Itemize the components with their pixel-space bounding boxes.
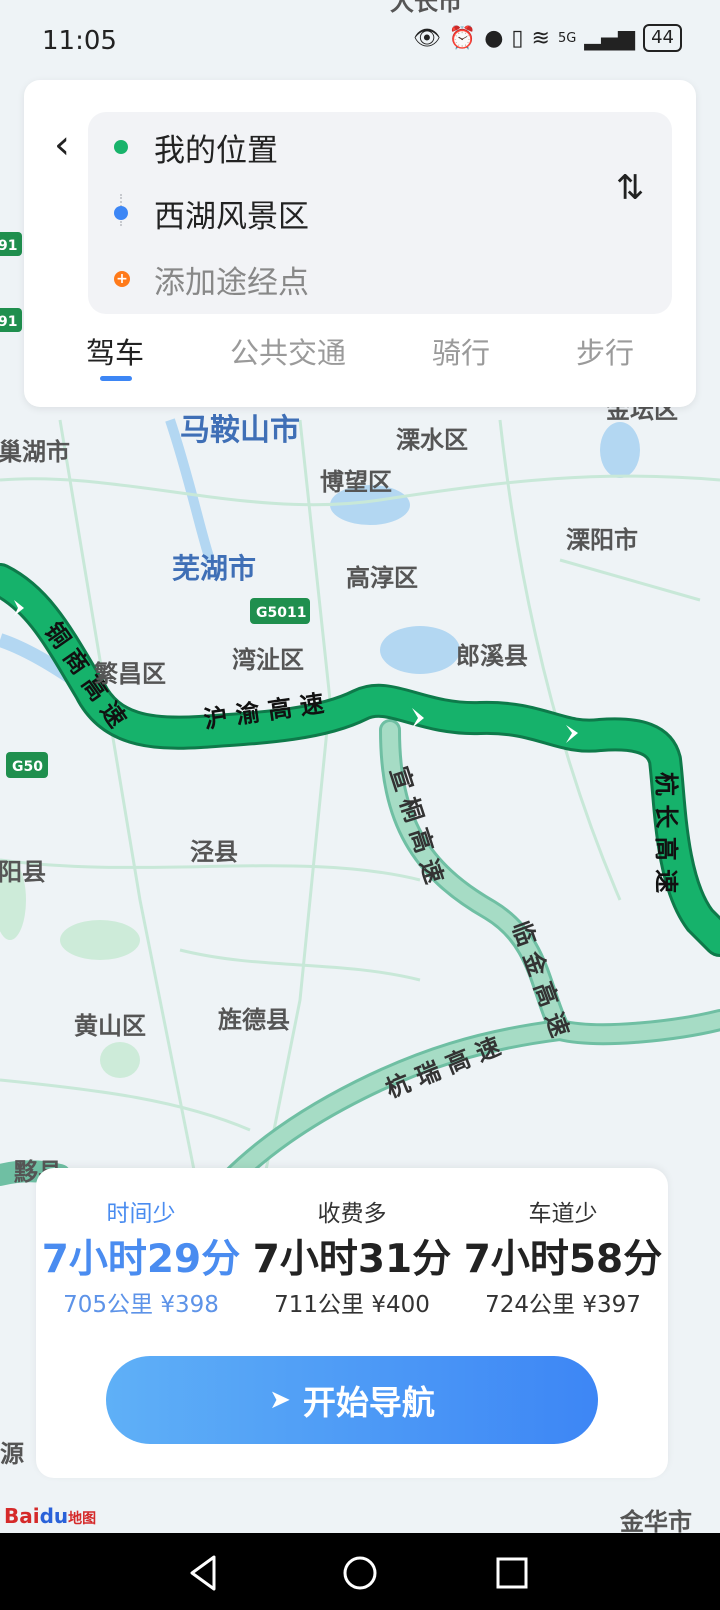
tab-drive[interactable]: 驾车 <box>86 330 144 372</box>
city-label: 郎溪县 <box>456 642 528 670</box>
city-label: 溧水区 <box>396 426 468 454</box>
option-duration: 7小时31分 <box>252 1237 452 1282</box>
transport-tabs: 驾车 公共交通 骑行 步行 <box>24 324 696 384</box>
city-label: 溧阳市 <box>566 526 638 554</box>
option-info: 711公里 ¥400 <box>247 1288 457 1322</box>
option-duration: 7小时29分 <box>41 1237 241 1282</box>
start-navigation-label: 开始导航 <box>302 1383 435 1422</box>
battery-icon: 44 <box>643 24 682 52</box>
route-option[interactable]: 收费多 7小时31分 711公里 ¥400 <box>247 1196 457 1322</box>
city-label: 黄山区 <box>74 1012 146 1040</box>
add-waypoint-row[interactable]: + 添加途经点 <box>114 254 309 304</box>
city-label: 湾沚区 <box>232 646 304 674</box>
back-button[interactable]: ‹ <box>42 120 82 170</box>
option-duration: 7小时58分 <box>463 1237 663 1282</box>
lake <box>380 626 460 674</box>
highway-shield-label: 91 <box>0 238 17 254</box>
option-label: 收费多 <box>317 1201 387 1227</box>
city-label: 繁昌区 <box>94 660 166 688</box>
origin-field[interactable]: 我的位置 <box>154 125 278 170</box>
wifi-icon: ≋ <box>531 25 550 51</box>
destination-row[interactable]: 西湖风景区 <box>114 188 309 238</box>
highway-shield-label: 91 <box>0 314 17 330</box>
signal-icon: ▂▄▆ <box>584 25 636 51</box>
lake <box>600 422 640 478</box>
start-navigation-button[interactable]: ➤ 开始导航 <box>106 1356 598 1444</box>
add-waypoint-button[interactable]: 添加途经点 <box>154 257 309 302</box>
city-label: 芜湖市 <box>172 552 256 585</box>
back-icon[interactable] <box>182 1551 226 1595</box>
option-distance: 724公里 <box>485 1292 576 1318</box>
road-label: 杭 长 高 速 <box>652 772 680 893</box>
city-label: 马鞍山市 <box>180 413 300 448</box>
option-toll: ¥400 <box>371 1292 430 1318</box>
active-tab-indicator <box>100 376 132 381</box>
route-input-panel: 我的位置 西湖风景区 + 添加途经点 ⇅ <box>88 112 672 314</box>
status-time: 11:05 <box>42 26 117 56</box>
status-bar: 11:05 👁 ⏰ ● ▯ ≋ 5G ▂▄▆ 44 <box>0 0 720 84</box>
origin-row[interactable]: 我的位置 <box>114 122 278 172</box>
option-label: 车道少 <box>528 1201 598 1227</box>
city-label: 源 <box>0 1440 24 1468</box>
option-distance: 705公里 <box>63 1292 154 1318</box>
highway-shield-label: G5011 <box>256 605 306 621</box>
network-type: 5G <box>557 30 577 46</box>
city-label: 泾县 <box>190 838 238 866</box>
forest <box>100 1042 140 1078</box>
option-info: 705公里 ¥398 <box>36 1288 246 1322</box>
vibrate-icon: ▯ <box>511 25 524 51</box>
status-icons: 👁 ⏰ ● ▯ ≋ 5G ▂▄▆ 44 <box>413 24 682 52</box>
origin-dot-icon <box>114 140 128 154</box>
option-distance: 711公里 <box>274 1292 365 1318</box>
city-label: 高淳区 <box>346 564 418 592</box>
logo-text: du <box>39 1504 69 1528</box>
city-label: 旌德县 <box>218 1006 290 1034</box>
destination-field[interactable]: 西湖风景区 <box>154 191 309 236</box>
logo-text: Bai <box>4 1504 40 1528</box>
route-card: ‹ 我的位置 西湖风景区 + 添加途经点 ⇅ 驾车 公共交通 骑行 步行 <box>24 80 696 407</box>
recents-icon[interactable] <box>490 1551 534 1595</box>
location-icon: ● <box>484 25 504 51</box>
alarm-icon: ⏰ <box>448 25 477 51</box>
tab-walk[interactable]: 步行 <box>576 330 634 372</box>
logo-text: 地图 <box>68 1511 97 1527</box>
highway-shield-label: G50 <box>12 759 43 775</box>
eye-icon: 👁 <box>412 25 441 51</box>
add-icon: + <box>114 271 130 287</box>
navigation-arrow-icon: ➤ <box>269 1385 291 1415</box>
city-label: 金华市 <box>619 1508 692 1533</box>
city-label: 阳县 <box>0 858 46 886</box>
home-icon[interactable] <box>338 1551 382 1595</box>
route-options-card: 时间少 7小时29分 705公里 ¥398 收费多 7小时31分 711公里 ¥… <box>36 1168 668 1478</box>
route-option[interactable]: 时间少 7小时29分 705公里 ¥398 <box>36 1196 246 1322</box>
city-label: 博望区 <box>320 468 392 496</box>
option-toll: ¥397 <box>582 1292 641 1318</box>
destination-dot-icon <box>114 206 128 220</box>
tab-transit[interactable]: 公共交通 <box>230 330 346 372</box>
option-label: 时间少 <box>106 1201 176 1227</box>
route-option[interactable]: 车道少 7小时58分 724公里 ¥397 <box>458 1196 668 1322</box>
tab-bike[interactable]: 骑行 <box>432 330 490 372</box>
option-toll: ¥398 <box>160 1292 219 1318</box>
swap-icon[interactable]: ⇅ <box>608 156 652 220</box>
forest <box>60 920 140 960</box>
baidu-map-logo: Baidu地图 <box>4 1504 96 1528</box>
city-label: 巢湖市 <box>0 438 70 466</box>
system-nav-bar <box>0 1533 720 1610</box>
option-info: 724公里 ¥397 <box>458 1288 668 1322</box>
